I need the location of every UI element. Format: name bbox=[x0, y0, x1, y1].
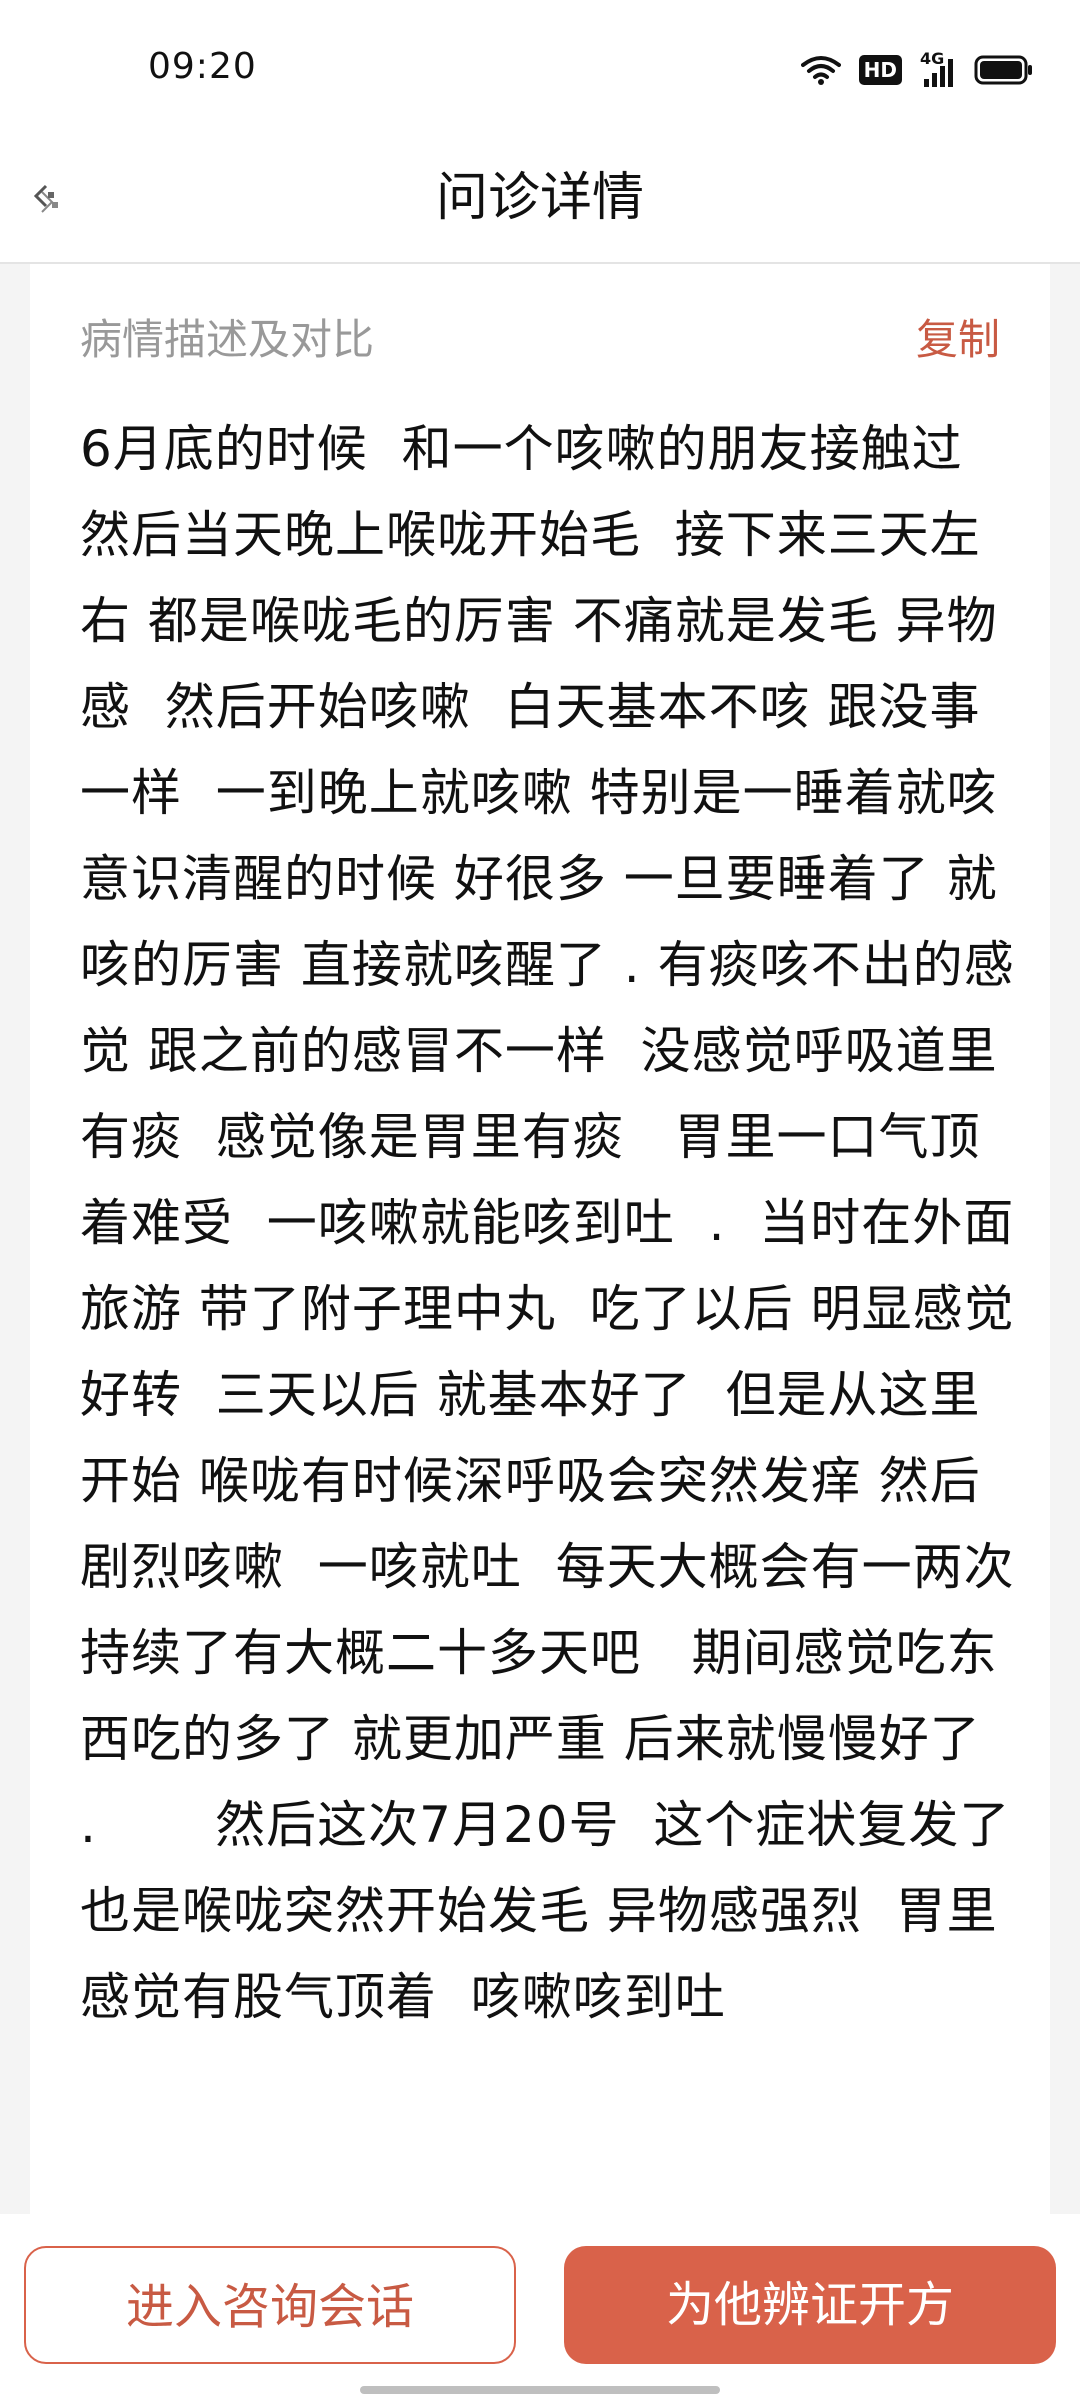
home-indicator[interactable] bbox=[360, 2386, 720, 2394]
prescribe-button[interactable]: 为他辨证开方 bbox=[564, 2246, 1056, 2364]
card-header: 病情描述及对比 复制 bbox=[80, 310, 1000, 370]
nav-bar: 问诊详情 bbox=[0, 140, 1080, 264]
section-label: 病情描述及对比 bbox=[80, 315, 375, 364]
signal-icon: 4G bbox=[920, 49, 956, 87]
battery-icon bbox=[974, 55, 1034, 85]
bottom-action-bar: 进入咨询会话 为他辨证开方 bbox=[0, 2214, 1080, 2400]
enter-consultation-button[interactable]: 进入咨询会话 bbox=[24, 2246, 516, 2364]
copy-button[interactable]: 复制 bbox=[916, 310, 1000, 370]
hd-icon: HD bbox=[858, 55, 902, 85]
status-bar: 09:20 HD 4G bbox=[0, 0, 1080, 140]
status-icons: HD 4G bbox=[800, 49, 1034, 90]
wifi-icon bbox=[800, 55, 841, 85]
page-title: 问诊详情 bbox=[435, 168, 644, 228]
condition-card: 病情描述及对比 复制 6月底的时候 和一个咳嗽的朋友接触过 然后当天晚上喉咙开始… bbox=[30, 264, 1050, 2214]
status-time: 09:20 bbox=[148, 46, 257, 87]
condition-description: 6月底的时候 和一个咳嗽的朋友接触过 然后当天晚上喉咙开始毛 接下来三天左右 都… bbox=[80, 420, 1015, 2026]
